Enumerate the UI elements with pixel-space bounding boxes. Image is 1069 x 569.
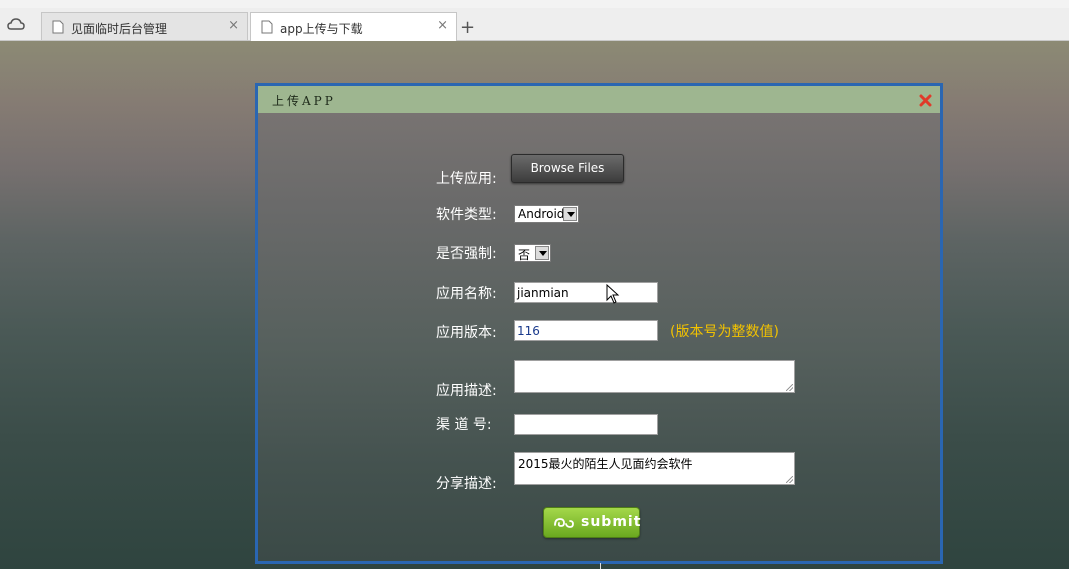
browser-top-strip [0,0,1069,8]
share-description-label: 分享描述: [436,476,497,492]
tab-close-icon[interactable]: × [228,18,239,33]
browser-tab-bar: 见面临时后台管理 × app上传与下载 × + [0,8,1069,41]
submit-button[interactable]: submit [543,507,640,538]
close-icon[interactable] [919,94,932,107]
cloud-icon[interactable] [6,15,26,35]
app-version-input[interactable]: 116 [514,320,658,341]
share-description-value: 2015最火的陌生人见面约会软件 [518,457,693,471]
chevron-down-icon [563,207,577,221]
app-description-textarea[interactable] [514,360,795,393]
app-name-input[interactable]: jianmian [514,282,658,303]
app-version-label: 应用版本: [436,325,497,341]
page-content: 上传APP 上传应用: Browse Files 软件类型: Android 是… [0,41,1069,569]
force-update-label: 是否强制: [436,246,497,262]
app-name-label: 应用名称: [436,286,497,302]
resize-grip-icon[interactable] [786,384,793,391]
document-icon [52,20,64,34]
share-description-textarea[interactable]: 2015最火的陌生人见面约会软件 [514,452,795,485]
mouse-cursor-icon [606,284,620,304]
new-tab-button[interactable]: + [460,19,475,37]
tab-close-icon[interactable]: × [437,18,448,33]
resize-grip-icon[interactable] [786,476,793,483]
tab-app-upload[interactable]: app上传与下载 × [250,12,457,41]
chevron-down-icon [535,246,549,260]
dialog-title: 上传APP [272,94,336,108]
tab-label: app上传与下载 [280,22,363,36]
tab-backend-admin[interactable]: 见面临时后台管理 × [41,12,248,40]
upload-label: 上传应用: [436,171,497,187]
software-type-select[interactable]: Android [514,205,579,223]
software-type-label: 软件类型: [436,207,497,223]
software-type-value: Android [518,207,565,221]
divider [600,563,601,569]
dialog-header: 上传APP [258,86,940,113]
document-icon [261,20,273,34]
browse-files-button[interactable]: Browse Files [511,154,624,183]
channel-input[interactable] [514,414,658,435]
swirl-icon [554,518,574,528]
submit-label: submit [581,514,642,530]
channel-label: 渠 道 号: [436,417,492,433]
tab-label: 见面临时后台管理 [71,22,168,36]
app-description-label: 应用描述: [436,383,497,399]
version-hint: (版本号为整数值) [670,324,779,340]
upload-dialog: 上传APP 上传应用: Browse Files 软件类型: Android 是… [255,83,943,564]
force-update-value: 否 [518,248,531,262]
force-update-select[interactable]: 否 [514,244,551,262]
